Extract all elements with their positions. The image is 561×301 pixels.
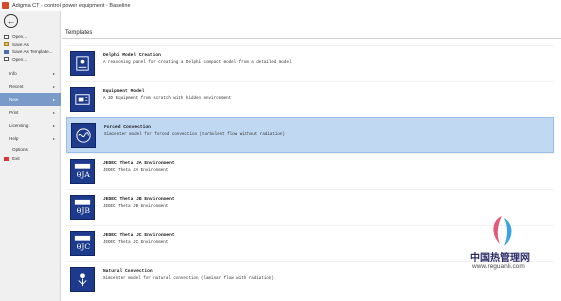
app-logo-icon bbox=[2, 2, 9, 9]
divider bbox=[62, 38, 561, 39]
menu-item-label: Save As Template... bbox=[12, 49, 53, 55]
template-item[interactable]: θJA JEDEC Theta JA Environment JEDEC The… bbox=[66, 153, 554, 189]
menu-section-label: Info bbox=[9, 71, 17, 76]
natural-convection-icon bbox=[70, 267, 95, 292]
backstage-menu: Open... Save As Save As Template... Open… bbox=[0, 33, 61, 163]
forced-convection-icon bbox=[71, 123, 96, 148]
watermark: 中国热管理网 www.reguanli.com bbox=[466, 214, 561, 301]
menu-item-save-as[interactable]: Save As bbox=[0, 41, 61, 49]
menu-section-help[interactable]: Help ▸ bbox=[0, 132, 61, 145]
theta-jc-icon: θJC bbox=[70, 231, 95, 256]
template-name: JEDEC Theta JC Environment bbox=[103, 233, 175, 238]
template-description: Simcenter model for forced convection (t… bbox=[104, 133, 285, 137]
equipment-model-icon bbox=[70, 87, 95, 112]
menu-item-label: Exit bbox=[12, 156, 20, 161]
template-description: JEDEC Theta JA Environment bbox=[103, 169, 169, 173]
template-name: Equipment Model bbox=[103, 89, 145, 94]
menu-item-exit[interactable]: Exit bbox=[0, 154, 61, 163]
theta-jb-icon: θJB bbox=[70, 195, 95, 220]
template-description: A reasoning panel for creating a Delphi … bbox=[103, 61, 292, 65]
menu-section-info[interactable]: Info ▸ bbox=[0, 67, 61, 80]
template-name: Natural Convection bbox=[103, 269, 153, 274]
template-name: JEDEC Theta JB Environment bbox=[103, 197, 175, 202]
menu-section-label: Recent bbox=[9, 84, 24, 89]
menu-section-licensing[interactable]: Licensing ▸ bbox=[0, 119, 61, 132]
title-bar: Adigma CT - control power equipment - Ba… bbox=[0, 0, 561, 11]
template-name: Forced Convection bbox=[104, 125, 151, 130]
application-window: Adigma CT - control power equipment - Ba… bbox=[0, 0, 561, 301]
template-description: A 3D Equipment from scratch with hidden … bbox=[103, 97, 232, 101]
template-description: JEDEC Theta JB Environment bbox=[103, 205, 169, 209]
save-template-icon bbox=[4, 49, 9, 54]
menu-item-label: Save As bbox=[12, 41, 29, 47]
template-item-selected[interactable]: Forced Convection Simcenter model for fo… bbox=[66, 117, 554, 153]
chevron-right-icon: ▸ bbox=[52, 136, 55, 141]
theta-symbol: θJA bbox=[77, 170, 91, 179]
template-item[interactable]: Equipment Model A 3D Equipment from scra… bbox=[66, 81, 554, 117]
template-description: Simcenter model for natural convection (… bbox=[103, 277, 274, 281]
menu-item-label: Open... bbox=[12, 34, 28, 40]
menu-section-print[interactable]: Print ▸ bbox=[0, 106, 61, 119]
watermark-url: www.reguanli.com bbox=[472, 263, 525, 270]
template-name: JEDEC Theta JA Environment bbox=[103, 161, 175, 166]
back-arrow-icon[interactable]: ← bbox=[4, 14, 18, 28]
theta-symbol: θJC bbox=[77, 242, 91, 251]
watermark-logo-icon bbox=[493, 216, 512, 246]
open-file-icon bbox=[4, 57, 9, 62]
backstage-sidebar: ← Open... Save As Save As Template... Op… bbox=[0, 11, 61, 301]
open-folder-icon bbox=[4, 42, 9, 47]
menu-item-label: Open... bbox=[12, 56, 28, 62]
template-name: Delphi Model Creation bbox=[103, 53, 161, 58]
theta-ja-icon: θJA bbox=[70, 159, 95, 184]
delphi-model-icon bbox=[70, 51, 95, 76]
section-heading: Templates bbox=[65, 30, 93, 36]
chevron-right-icon: ▸ bbox=[52, 123, 55, 128]
menu-section-label: Licensing bbox=[9, 123, 29, 128]
menu-item-options[interactable]: Options bbox=[0, 145, 61, 154]
template-description: JEDEC Theta JC Environment bbox=[103, 241, 169, 245]
chevron-right-icon: ▸ bbox=[52, 97, 55, 102]
menu-section-label: Help bbox=[9, 136, 19, 141]
menu-section-label: New bbox=[9, 97, 19, 102]
chevron-right-icon: ▸ bbox=[52, 110, 55, 115]
theta-symbol: θJB bbox=[77, 206, 91, 215]
menu-item-save-as-template[interactable]: Save As Template... bbox=[0, 48, 61, 56]
menu-section-label: Print bbox=[9, 110, 19, 115]
menu-section-new[interactable]: New ▸ bbox=[0, 93, 61, 106]
exit-icon bbox=[4, 156, 9, 161]
watermark-text: 中国热管理网 bbox=[470, 253, 530, 264]
chevron-right-icon: ▸ bbox=[52, 71, 55, 76]
chevron-right-icon: ▸ bbox=[52, 84, 55, 89]
menu-item-label: Options bbox=[12, 147, 28, 152]
menu-item-new[interactable]: Open... bbox=[0, 33, 61, 41]
window-title: Adigma CT - control power equipment - Ba… bbox=[12, 2, 131, 9]
menu-section-recent[interactable]: Recent ▸ bbox=[0, 80, 61, 93]
template-item[interactable]: Delphi Model Creation A reasoning panel … bbox=[66, 45, 554, 81]
menu-item-open[interactable]: Open... bbox=[0, 56, 61, 64]
new-document-icon bbox=[4, 34, 9, 39]
